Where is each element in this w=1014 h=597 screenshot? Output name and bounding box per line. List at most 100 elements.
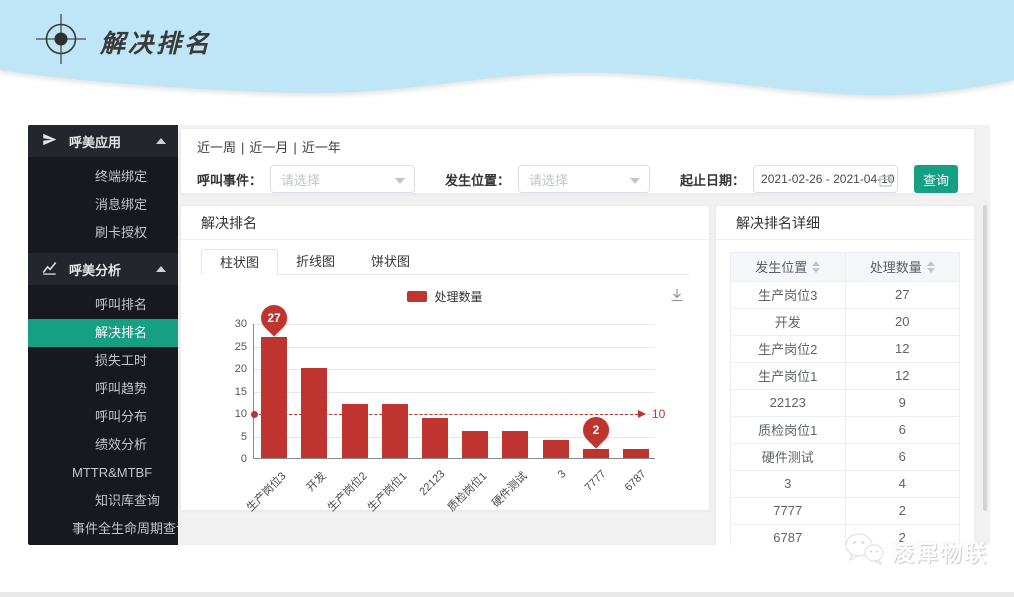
sort-icons[interactable] <box>812 261 820 273</box>
x-axis-category-label: 7777 <box>535 468 609 542</box>
table-cell: 硬件测试 <box>731 443 845 470</box>
sidebar-group-header[interactable]: 呼美分析 <box>28 253 178 285</box>
sidebar-item[interactable]: 解决排名 <box>28 319 178 347</box>
table-row[interactable]: 硬件测试6 <box>731 443 959 470</box>
detail-panel: 解决排名详细 发生位置处理数量 生产岗位327开发20生产岗位212生产岗位11… <box>715 205 975 545</box>
markpoint-value: 2 <box>583 423 609 437</box>
chart-bar[interactable] <box>301 368 327 458</box>
sidebar-item[interactable]: 绩效分析 <box>28 431 178 459</box>
table-column-header[interactable]: 发生位置 <box>731 253 845 281</box>
chart-bar[interactable] <box>382 404 408 458</box>
sidebar-item[interactable]: 损失工时 <box>28 347 178 375</box>
chart-bar[interactable] <box>462 431 488 458</box>
table-row[interactable]: 77772 <box>731 497 959 524</box>
wave-background <box>0 0 1014 112</box>
table-column-header[interactable]: 处理数量 <box>845 253 959 281</box>
call-event-placeholder: 请选择 <box>281 170 320 189</box>
chart-bar[interactable] <box>623 449 649 458</box>
table-row[interactable]: 生产岗位112 <box>731 362 959 389</box>
top-banner: 解决排名 <box>0 0 1014 112</box>
table-cell: 生产岗位2 <box>731 335 845 362</box>
table-row[interactable]: 34 <box>731 470 959 497</box>
page-title: 解决排名 <box>100 24 212 60</box>
sidebar-item[interactable]: 呼叫排名 <box>28 291 178 319</box>
table-cell: 12 <box>845 362 959 389</box>
sidebar-item[interactable]: 事件全生命周期查询 <box>28 515 178 543</box>
chart-bar[interactable] <box>261 337 287 459</box>
date-range-label: 起止日期： <box>680 170 745 189</box>
chevron-up-icon <box>156 266 166 272</box>
tab-inactive[interactable]: 折线图 <box>278 249 353 275</box>
legend-swatch[interactable] <box>407 291 427 302</box>
quick-range-link[interactable]: 近一月 <box>249 140 288 155</box>
legend-label[interactable]: 处理数量 <box>434 288 482 305</box>
chart-bar[interactable] <box>583 449 609 458</box>
table-cell: 2 <box>845 497 959 524</box>
table-row[interactable]: 221239 <box>731 389 959 416</box>
sidebar-item[interactable]: 知识库查询 <box>28 487 178 515</box>
tab-active[interactable]: 柱状图 <box>201 249 278 275</box>
sort-asc-icon[interactable] <box>927 261 935 266</box>
table-cell: 12 <box>845 335 959 362</box>
chart-panel: 解决排名 柱状图折线图饼状图 处理数量 051015202530生产岗位3开发生… <box>180 205 710 511</box>
quick-range-link[interactable]: 近一年 <box>302 140 341 155</box>
quick-range-separator: | <box>293 140 296 155</box>
x-axis-category-label: 6787 <box>575 468 649 542</box>
content-wrapper: 呼美应用终端绑定消息绑定刷卡授权呼美分析呼叫排名解决排名损失工时呼叫趋势呼叫分布… <box>28 125 990 545</box>
chart-bar[interactable] <box>502 431 528 458</box>
sidebar-item[interactable]: 呼叫分布 <box>28 403 178 431</box>
sort-desc-icon[interactable] <box>812 268 820 273</box>
chevron-down-icon <box>395 178 405 184</box>
sidebar-item[interactable]: MTTR&MTBF <box>28 459 178 487</box>
chart-type-tabs: 柱状图折线图饼状图 <box>201 249 689 275</box>
y-axis-tick-label: 0 <box>210 453 247 465</box>
vertical-scrollbar[interactable] <box>983 205 987 511</box>
table-cell: 6 <box>845 416 959 443</box>
bar-chart: 051015202530生产岗位3开发生产岗位2生产岗位122123质检岗位1硬… <box>253 324 655 459</box>
tab-inactive[interactable]: 饼状图 <box>353 249 428 275</box>
table-cell: 生产岗位1 <box>731 362 845 389</box>
table-cell: 22123 <box>731 389 845 416</box>
chart-bar[interactable] <box>342 404 368 458</box>
location-select[interactable]: 请选择 <box>518 165 650 193</box>
call-event-select[interactable]: 请选择 <box>270 165 415 193</box>
table-cell: 27 <box>845 281 959 308</box>
quick-range-separator: | <box>241 140 244 155</box>
chart-panel-title: 解决排名 <box>181 206 709 240</box>
chevron-up-icon <box>156 138 166 144</box>
crosshair-logo-icon <box>36 14 86 69</box>
sidebar-group-header[interactable]: 呼美应用 <box>28 125 178 157</box>
markline-dot <box>251 411 258 418</box>
table-cell: 生产岗位3 <box>731 281 845 308</box>
y-axis-tick-label: 30 <box>210 318 247 330</box>
gridline <box>254 347 655 348</box>
table-cell: 开发 <box>731 308 845 335</box>
table-row[interactable]: 生产岗位327 <box>731 281 959 308</box>
filter-panel: 近一周|近一月|近一年 呼叫事件： 请选择 发生位置： 请选择 起止日期： 20… <box>180 128 975 194</box>
detail-panel-title: 解决排名详细 <box>716 206 974 240</box>
sort-asc-icon[interactable] <box>812 261 820 266</box>
sort-icons[interactable] <box>927 261 935 273</box>
watermark-text: 凌犀物联 <box>892 536 988 568</box>
chart-bar[interactable] <box>543 440 569 458</box>
markpoint-pin: 2 <box>577 412 614 449</box>
y-axis-tick-label: 10 <box>210 408 247 420</box>
page: 解决排名 呼美应用终端绑定消息绑定刷卡授权呼美分析呼叫排名解决排名损失工时呼叫趋… <box>0 0 1014 597</box>
sidebar-item[interactable]: 呼叫趋势 <box>28 375 178 403</box>
sidebar-item[interactable]: 消息绑定 <box>28 191 178 219</box>
download-icon[interactable] <box>669 287 685 308</box>
sort-desc-icon[interactable] <box>927 268 935 273</box>
table-row[interactable]: 开发20 <box>731 308 959 335</box>
table-row[interactable]: 生产岗位212 <box>731 335 959 362</box>
search-button[interactable]: 查询 <box>914 165 958 193</box>
quick-range-links: 近一周 | 近一月 | 近一年 <box>197 137 960 156</box>
sidebar-item[interactable]: 刷卡授权 <box>28 219 178 247</box>
table-row[interactable]: 质检岗位16 <box>731 416 959 443</box>
sidebar-item[interactable]: 终端绑定 <box>28 163 178 191</box>
quick-range-link[interactable]: 近一周 <box>197 140 236 155</box>
date-range-input[interactable]: 2021-02-26 - 2021-04-10 <box>753 165 898 193</box>
y-axis-tick-label: 5 <box>210 431 247 443</box>
chart-bar[interactable] <box>422 418 448 459</box>
date-range-value: 2021-02-26 - 2021-04-10 <box>761 172 894 186</box>
table-cell: 6787 <box>731 524 845 545</box>
